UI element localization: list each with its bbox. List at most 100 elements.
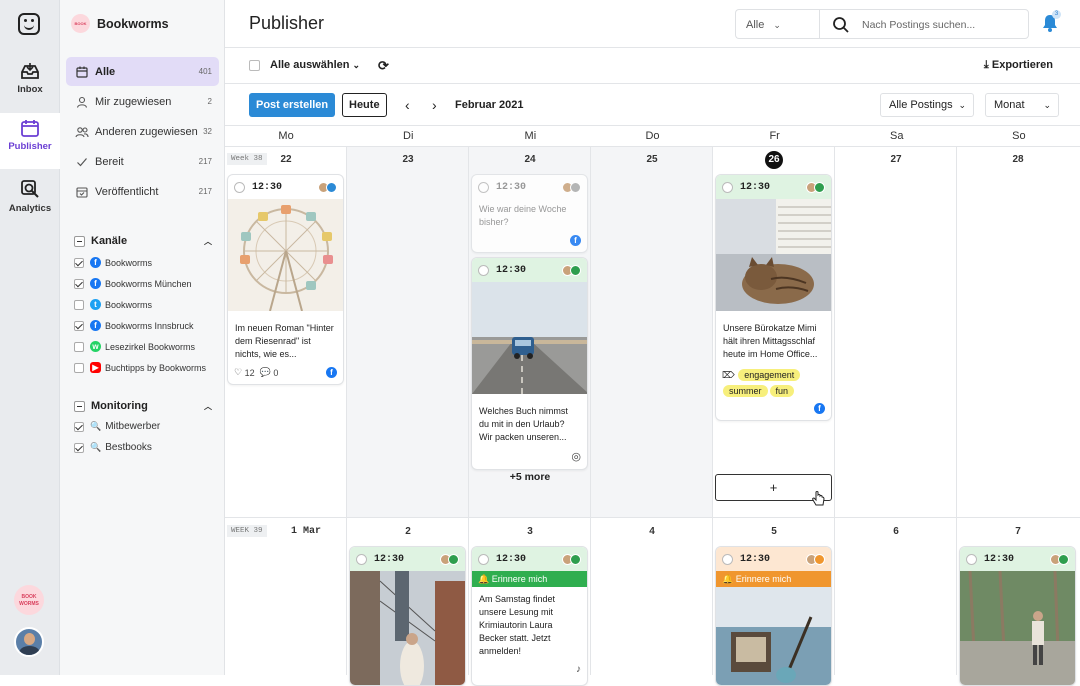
post-checkbox[interactable] (356, 553, 367, 565)
tag-chip[interactable]: engagement (738, 369, 801, 381)
post-checkbox[interactable] (478, 181, 489, 193)
select-all-checkbox[interactable] (249, 60, 260, 71)
today-button[interactable]: Heute (342, 93, 387, 117)
tag-chip[interactable]: fun (769, 385, 795, 397)
channel-checkbox[interactable] (74, 278, 84, 289)
sidebar-item-bereit[interactable]: Bereit 217 (66, 147, 219, 176)
post-card[interactable]: 12:30 🔔 Erinnere mich (715, 546, 832, 686)
post-checkbox[interactable] (234, 181, 245, 193)
channel-item[interactable]: ▶ Buchtipps by Bookworms (74, 362, 219, 373)
channel-checkbox[interactable] (74, 320, 84, 331)
day-number[interactable]: 28 (957, 154, 1079, 165)
post-card[interactable]: 12:30 Wie war deine Woche bisher? f (471, 174, 588, 253)
channel-checkbox[interactable] (74, 341, 84, 352)
sidebar-item-anderen-zugewiesen[interactable]: Anderen zugewiesen 32 (66, 117, 219, 146)
sidebar-item-count: 217 (198, 157, 212, 166)
sidebar-item-alle[interactable]: Alle 401 (66, 57, 219, 86)
channel-item[interactable]: f Bookworms (74, 257, 219, 268)
day-number-today[interactable]: 26 (713, 151, 835, 169)
chevron-left-icon[interactable]: ‹ (405, 97, 410, 113)
user-avatar[interactable] (14, 627, 44, 657)
chevron-down-icon: ⌄ (773, 20, 781, 30)
channel-item[interactable]: f Bookworms Innsbruck (74, 320, 219, 331)
post-time: 12:30 (374, 553, 405, 565)
day-number[interactable]: 24 (469, 154, 591, 165)
post-card[interactable]: 12:30 (959, 546, 1076, 686)
day-number[interactable]: 22 (225, 154, 347, 165)
day-number[interactable]: 25 (591, 154, 713, 165)
monitoring-checkbox[interactable] (74, 421, 84, 432)
sidebar-item-count: 2 (207, 97, 212, 106)
day-number[interactable]: 27 (835, 154, 957, 165)
bell-icon: 🔔 (478, 574, 490, 584)
post-checkbox[interactable] (478, 264, 489, 276)
sidebar-brand[interactable]: BOOK Bookworms (71, 14, 169, 33)
day-number[interactable]: 7 (957, 526, 1079, 537)
post-checkbox[interactable] (478, 553, 489, 565)
channel-checkbox[interactable] (74, 299, 84, 310)
day-number[interactable]: 3 (469, 526, 591, 537)
monitoring-checkbox[interactable] (74, 442, 84, 453)
channel-item[interactable]: f Bookworms München (74, 278, 219, 289)
day-number[interactable]: 23 (347, 154, 469, 165)
post-time: 12:30 (740, 553, 771, 565)
search-input[interactable]: Nach Postings suchen... (819, 9, 1029, 39)
calendar-column (835, 147, 957, 675)
bell-icon: 🔔 (722, 574, 734, 584)
post-card-header: 12:30 (716, 547, 831, 571)
day-number[interactable]: 4 (591, 526, 713, 537)
chevron-up-icon[interactable]: ︿ (204, 401, 212, 412)
channel-item[interactable]: w Lesezirkel Bookworms (74, 341, 219, 352)
post-card[interactable]: 12:30 Welches Buch nimmst du mit in den … (471, 257, 588, 470)
assignee-avatars (318, 181, 337, 193)
select-all-dropdown[interactable]: Alle auswählen ⌄ (270, 59, 360, 71)
rail-item-analytics[interactable]: Analytics (0, 179, 60, 214)
channel-label: Lesezirkel Bookworms (105, 341, 196, 352)
monitoring-item[interactable]: 🔍 Bestbooks (74, 442, 219, 453)
app-logo-icon[interactable] (18, 13, 40, 35)
rail-item-publisher[interactable]: Publisher (0, 113, 60, 169)
channel-label: Bookworms München (105, 278, 192, 289)
channel-checkbox[interactable] (74, 362, 84, 373)
post-checkbox[interactable] (722, 553, 733, 565)
sidebar-item-mir-zugewiesen[interactable]: Mir zugewiesen 2 (66, 87, 219, 116)
monitoring-section-header[interactable]: Monitoring ︿ (74, 400, 212, 412)
rail-item-inbox[interactable]: Inbox (0, 62, 60, 95)
post-checkbox[interactable] (722, 181, 733, 193)
chevron-up-icon[interactable]: ︿ (204, 236, 212, 247)
monitoring-item[interactable]: 🔍 Mitbewerber (74, 421, 219, 432)
export-button[interactable]: ⤓ Exportieren (984, 59, 1053, 72)
channel-item[interactable]: t Bookworms (74, 299, 219, 310)
day-number[interactable]: 6 (835, 526, 957, 537)
post-footer: f (716, 403, 831, 420)
facebook-icon: f (570, 235, 581, 246)
assignee-avatars (562, 264, 581, 276)
refresh-icon[interactable]: ⟳ (378, 58, 389, 74)
chevron-down-icon: ⌄ (352, 60, 361, 70)
chevron-right-icon[interactable]: › (432, 97, 437, 113)
brand-avatar[interactable]: BOOK WORMS (14, 585, 44, 615)
view-mode-dropdown[interactable]: Monat ⌄ (985, 93, 1059, 117)
post-card[interactable]: 12:30 🔔 Erinnere mich Am Samstag findet … (471, 546, 588, 686)
create-post-button[interactable]: Post erstellen (249, 93, 336, 117)
channels-section-header[interactable]: Kanäle ︿ (74, 235, 212, 247)
more-posts-link[interactable]: +5 more (469, 471, 591, 483)
notifications-button[interactable]: 3 (1042, 10, 1061, 37)
channels-toggle-checkbox[interactable] (74, 235, 85, 247)
filter-select[interactable]: Alle ⌄ (735, 9, 819, 39)
sidebar-item-label: Anderen zugewiesen (95, 125, 198, 138)
post-card-header: 12:30 (960, 547, 1075, 571)
posts-filter-dropdown[interactable]: Alle Postings ⌄ (880, 93, 974, 117)
day-number[interactable]: 5 (713, 526, 835, 537)
hand-cursor-icon (812, 491, 825, 506)
day-number[interactable]: 2 (347, 526, 469, 537)
post-card[interactable]: 12:30 Unsere Bürokatze Mimi hält ihren M… (715, 174, 832, 421)
post-checkbox[interactable] (966, 553, 977, 565)
weekday-header: Mo Di Mi Do Fr Sa So (225, 127, 1080, 147)
channel-checkbox[interactable] (74, 257, 84, 268)
tag-chip[interactable]: summer (723, 385, 768, 397)
post-card[interactable]: 12:30 (349, 546, 466, 686)
monitoring-toggle-checkbox[interactable] (74, 400, 85, 412)
post-card[interactable]: 12:30 Im neuen Roman "Hinter dem Riesenr… (227, 174, 344, 385)
sidebar-item-veroeffentlicht[interactable]: Veröffentlicht 217 (66, 177, 219, 206)
